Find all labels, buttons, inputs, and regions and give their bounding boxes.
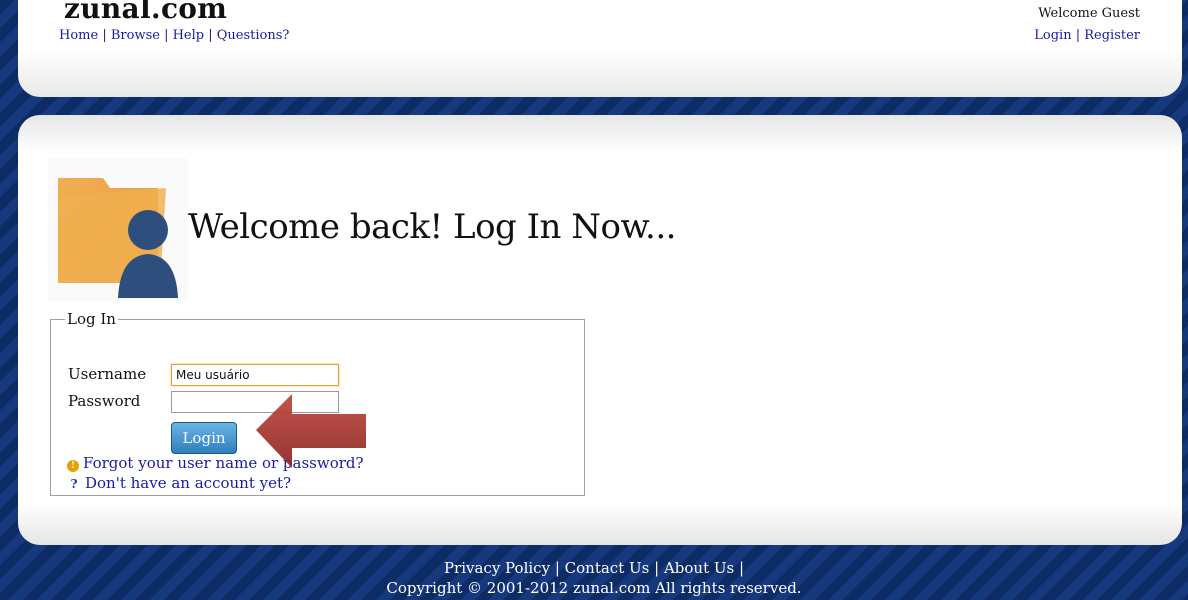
header-login-link[interactable]: Login	[1034, 28, 1071, 43]
footer-separator: |	[654, 559, 664, 577]
login-button[interactable]: Login	[171, 422, 237, 454]
question-icon: ?	[70, 477, 78, 491]
footer-separator: |	[739, 559, 745, 577]
site-logo[interactable]: zunal.com	[64, 0, 227, 25]
header-panel: zunal.com Home | Browse | Help | Questio…	[18, 0, 1182, 97]
nav-questions-link[interactable]: Questions?	[217, 28, 290, 43]
folder-user-icon	[48, 158, 188, 301]
header-register-link[interactable]: Register	[1084, 28, 1140, 43]
footer-links: Privacy Policy | Contact Us | About Us |	[0, 558, 1188, 578]
contact-us-link[interactable]: Contact Us	[565, 559, 650, 577]
nav-separator: |	[208, 28, 217, 43]
nav-separator: |	[102, 28, 111, 43]
nav-home-link[interactable]: Home	[59, 28, 98, 43]
username-input[interactable]	[171, 364, 339, 386]
about-us-link[interactable]: About Us	[664, 559, 734, 577]
username-label: Username	[68, 365, 147, 383]
footer: Privacy Policy | Contact Us | About Us |…	[0, 558, 1188, 598]
nav-separator: |	[164, 28, 173, 43]
signup-row: ? Don't have an account yet?	[67, 474, 291, 492]
page-title: Welcome back! Log In Now...	[188, 207, 676, 247]
auth-links: Login | Register	[1034, 28, 1140, 43]
nav-help-link[interactable]: Help	[173, 28, 205, 43]
copyright-text: Copyright © 2001-2012 zunal.com All righ…	[386, 579, 802, 597]
privacy-policy-link[interactable]: Privacy Policy	[444, 559, 550, 577]
password-label: Password	[68, 392, 141, 410]
warning-icon: !	[67, 460, 79, 472]
arrow-left-icon	[256, 394, 366, 468]
footer-separator: |	[554, 559, 565, 577]
auth-separator: |	[1075, 28, 1085, 43]
signup-link[interactable]: Don't have an account yet?	[85, 474, 291, 492]
welcome-guest-text: Welcome Guest	[1038, 6, 1140, 21]
main-panel: Welcome back! Log In Now... Log In Usern…	[18, 115, 1182, 545]
nav-browse-link[interactable]: Browse	[111, 28, 160, 43]
login-legend: Log In	[67, 310, 116, 328]
top-nav: Home | Browse | Help | Questions?	[59, 28, 289, 43]
